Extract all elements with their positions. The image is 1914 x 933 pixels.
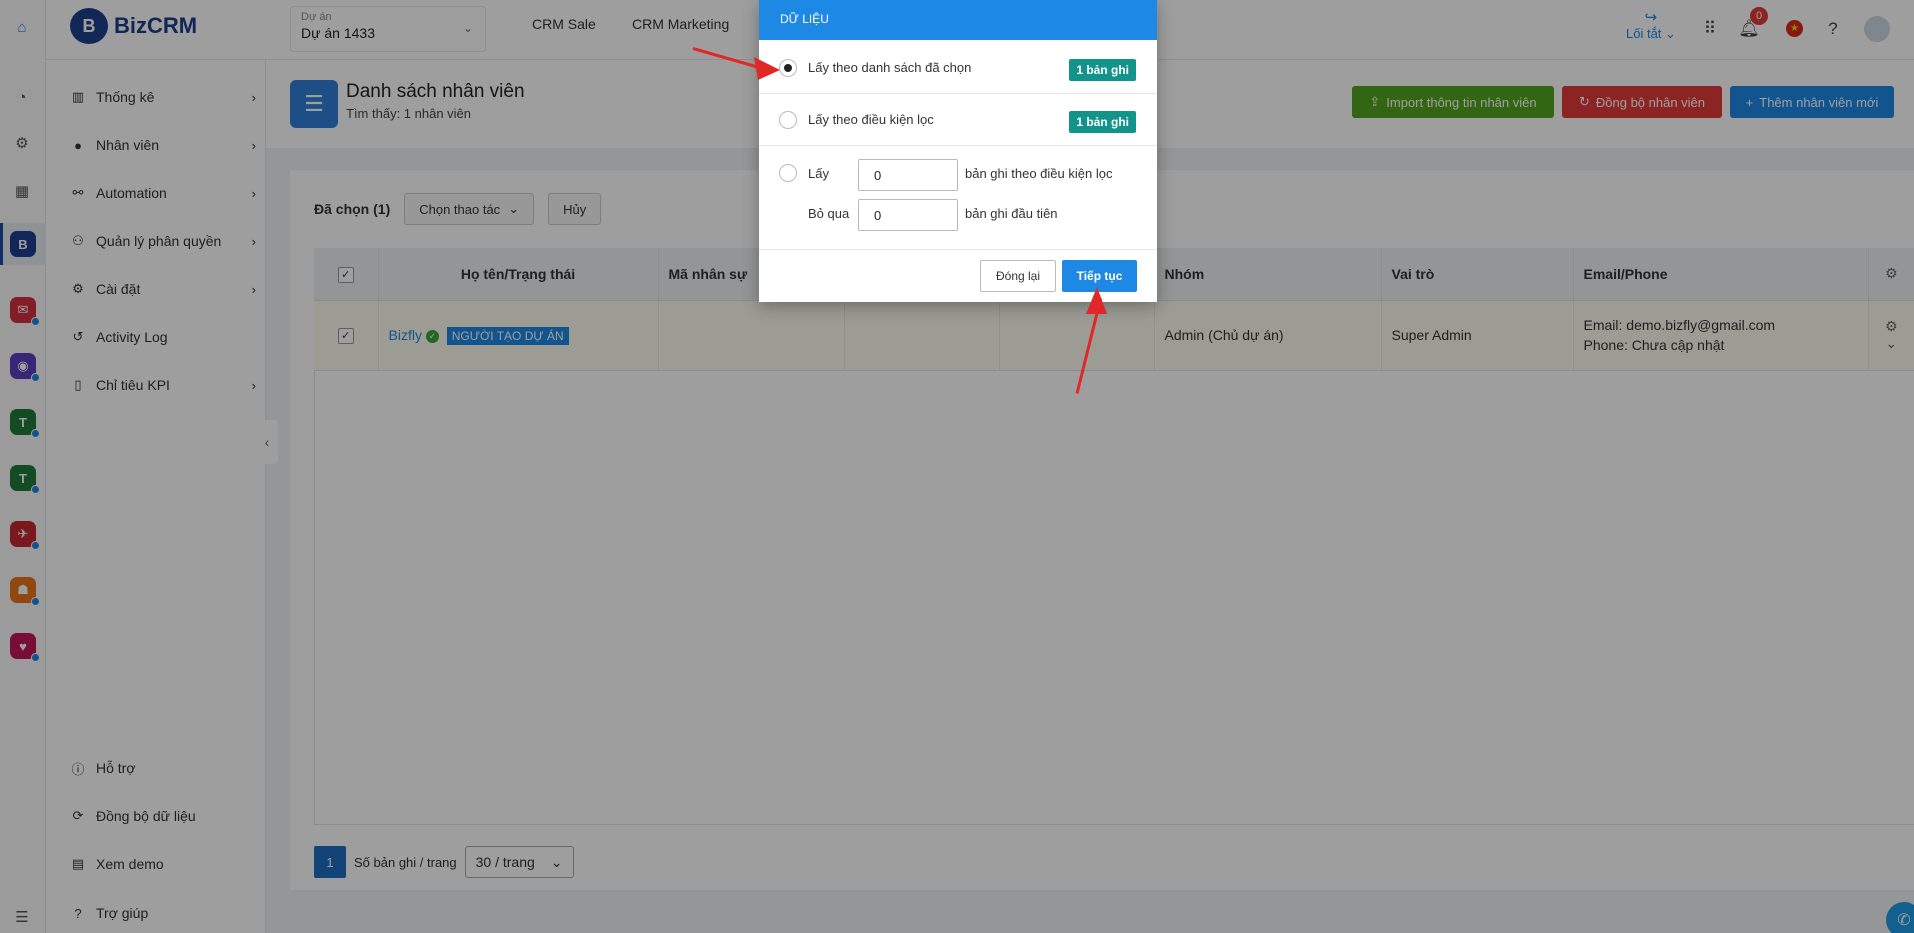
option-selected-list[interactable]: Lấy theo danh sách đã chọn 1 bản ghi	[759, 40, 1157, 94]
radio-checked-dot	[784, 64, 792, 72]
annotation-arrowhead-icon	[754, 57, 780, 80]
skip-count-input[interactable]: 0	[858, 199, 958, 231]
take-suffix: bản ghi theo điều kiện lọc	[965, 166, 1113, 181]
close-modal-button[interactable]: Đóng lại	[980, 260, 1056, 292]
option-custom-range[interactable]: Lấy 0 bản ghi theo điều kiện lọc Bỏ qua …	[759, 146, 1157, 250]
take-label: Lấy	[808, 166, 829, 181]
skip-label: Bỏ qua	[808, 206, 850, 221]
skip-suffix: bản ghi đầu tiên	[965, 206, 1058, 221]
radio-custom-range[interactable]	[779, 164, 797, 182]
option-filter-condition-badge: 1 bản ghi	[1069, 111, 1136, 133]
modal-title: DỮ LIỆU	[759, 0, 1157, 40]
option-selected-list-label: Lấy theo danh sách đã chọn	[808, 60, 972, 75]
take-count-input[interactable]: 0	[858, 159, 958, 191]
option-filter-condition[interactable]: Lấy theo điều kiện lọc 1 bản ghi	[759, 94, 1157, 146]
data-modal: DỮ LIỆU Lấy theo danh sách đã chọn 1 bản…	[759, 0, 1157, 302]
annotation-arrowhead-icon	[1086, 287, 1107, 314]
radio-filter-condition[interactable]	[779, 111, 797, 129]
option-filter-condition-label: Lấy theo điều kiện lọc	[808, 112, 934, 127]
option-selected-list-badge: 1 bản ghi	[1069, 59, 1136, 81]
